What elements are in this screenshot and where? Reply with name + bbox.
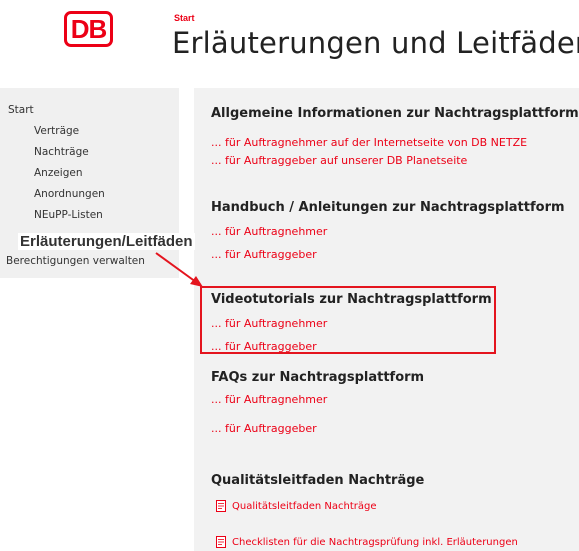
annotation-arrow — [155, 252, 203, 287]
